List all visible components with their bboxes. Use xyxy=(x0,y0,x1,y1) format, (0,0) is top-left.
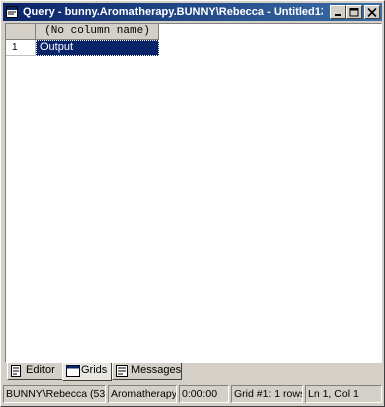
status-bar: BUNNY\Rebecca (53) Aromatherapy 0:00:00 … xyxy=(3,385,382,404)
minimize-button[interactable] xyxy=(330,5,346,19)
maximize-button[interactable] xyxy=(346,5,362,19)
minimize-icon xyxy=(335,14,341,16)
tab-editor[interactable]: Editor xyxy=(7,363,63,380)
tab-editor-label: Editor xyxy=(26,364,55,376)
status-grid-info: Grid #1: 1 rows xyxy=(231,385,303,403)
tab-messages-label: Messages xyxy=(131,364,182,376)
query-window-icon xyxy=(6,6,18,18)
maximize-icon xyxy=(349,8,359,17)
close-button[interactable] xyxy=(364,5,380,19)
grid-cell-selected[interactable]: Output xyxy=(36,40,159,56)
status-elapsed: 0:00:00 xyxy=(179,385,229,403)
tab-grids-label: Grids xyxy=(81,364,108,376)
result-tabs: Editor Grids Messages xyxy=(5,363,382,381)
window-title: Query - bunny.Aromatherapy.BUNNY\Rebecca… xyxy=(23,6,323,18)
results-pane[interactable]: (No column name) 1 Output xyxy=(5,23,382,363)
tab-grids[interactable]: Grids xyxy=(62,363,112,381)
close-icon xyxy=(367,8,377,17)
editor-icon xyxy=(11,365,21,377)
status-connection: BUNNY\Rebecca (53) xyxy=(3,385,106,403)
query-window: Query - bunny.Aromatherapy.BUNNY\Rebecca… xyxy=(0,0,385,407)
status-position: Ln 1, Col 1 xyxy=(305,385,382,403)
grid-corner-header[interactable] xyxy=(6,24,36,40)
row-number[interactable]: 1 xyxy=(6,40,36,56)
grids-icon xyxy=(66,365,80,377)
column-header[interactable]: (No column name) xyxy=(36,24,159,40)
title-bar[interactable]: Query - bunny.Aromatherapy.BUNNY\Rebecca… xyxy=(3,3,382,21)
messages-icon xyxy=(116,365,128,377)
tab-messages[interactable]: Messages xyxy=(112,363,182,380)
status-database: Aromatherapy xyxy=(108,385,177,403)
